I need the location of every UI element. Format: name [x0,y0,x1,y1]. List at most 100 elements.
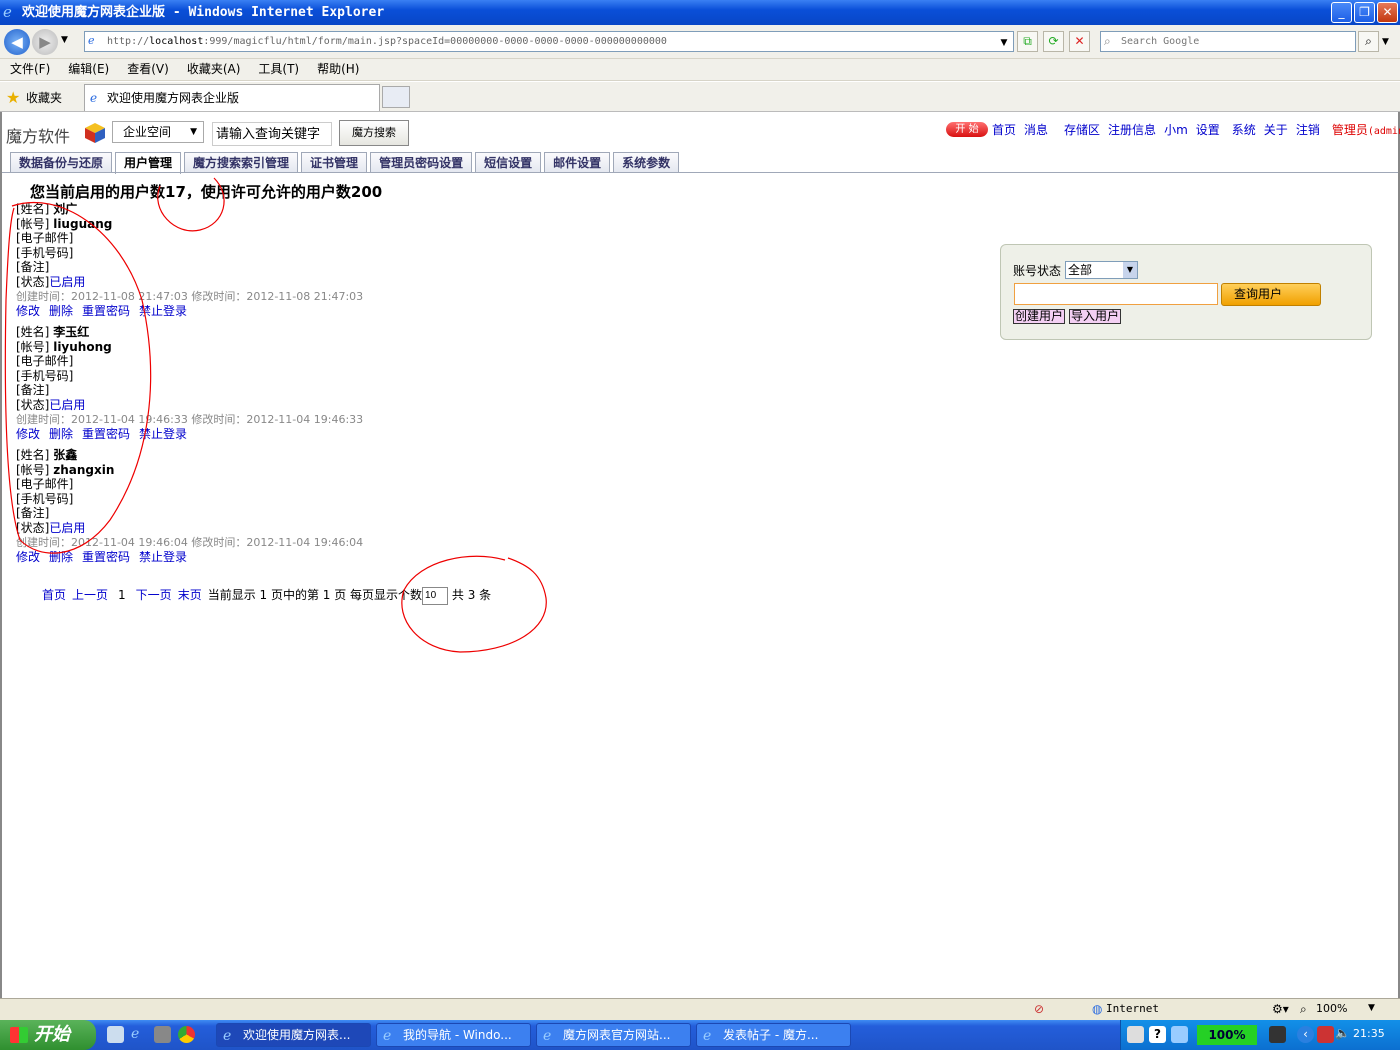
start-button[interactable]: 开始 [0,1020,96,1050]
delete-user-link[interactable]: 删除 [49,427,73,441]
input-method-icon[interactable] [1171,1026,1188,1043]
protected-mode-icon[interactable]: ⚙▾ [1272,1002,1289,1016]
zoom-level[interactable]: 100% [1316,1002,1347,1015]
minimize-button[interactable]: _ [1331,2,1352,23]
delete-user-link[interactable]: 删除 [49,304,73,318]
url-input[interactable]: http://localhost:999/magicflu/html/form/… [84,31,1014,52]
pagination: 首页上一页 1 下一页末页当前显示 1 页中的第 1 页 每页显示个数 共 3 条 [42,586,491,605]
new-tab-button[interactable] [382,86,410,108]
help-icon[interactable]: ? [1149,1026,1166,1043]
space-select[interactable]: 企业空间 ▼ [112,121,204,143]
menu-view[interactable]: 查看(V) [127,59,169,80]
address-toolbar: ◀ ▶ ▼ http://localhost:999/magicflu/html… [0,25,1400,59]
tab-certificates[interactable]: 证书管理 [301,152,368,173]
volume-icon[interactable]: 🔈 [1335,1026,1350,1040]
tab-user-management[interactable]: 用户管理 [115,152,182,174]
search-google-input[interactable]: Search Google [1100,31,1356,52]
page-icon: e [88,34,95,47]
start-badge[interactable]: 开 始 [946,122,988,137]
pager-next[interactable]: 下一页 [136,588,172,602]
reset-password-link[interactable]: 重置密码 [82,550,130,564]
keyword-search-input[interactable]: 请输入查询关键字 [212,122,332,146]
browser-tab[interactable]: e 欢迎使用魔方网表企业版 [84,84,380,111]
taskbar-window-post[interactable]: e 发表帖子 - 魔方... [696,1023,851,1047]
admin-label[interactable]: 管理员(admin) [1332,123,1400,137]
edit-user-link[interactable]: 修改 [16,427,40,441]
reset-password-link[interactable]: 重置密码 [82,304,130,318]
keyboard-icon[interactable] [1127,1026,1144,1043]
user-email-row: [电子邮件] [16,477,74,492]
ban-login-link[interactable]: 禁止登录 [139,550,187,564]
close-window-button[interactable]: ✕ [1377,2,1398,23]
refresh-icon[interactable]: ⟳ [1043,31,1064,52]
history-dropdown-icon[interactable]: ▼ [61,35,68,45]
nav-about[interactable]: 关于 [1264,121,1288,138]
menu-help[interactable]: 帮助(H) [317,59,359,80]
menu-favorites[interactable]: 收藏夹(A) [187,59,241,80]
pager-first[interactable]: 首页 [42,588,66,602]
nav-settings[interactable]: 设置 [1196,121,1220,138]
query-users-button[interactable]: 查询用户 [1221,283,1321,306]
magic-search-button[interactable]: 魔方搜索 [339,120,409,146]
nav-system[interactable]: 系统 [1232,121,1256,138]
ban-login-link[interactable]: 禁止登录 [139,304,187,318]
nav-home[interactable]: 首页 [992,121,1016,138]
nav-logout[interactable]: 注销 [1296,121,1320,138]
tray-zoom-indicator[interactable]: 100% [1197,1025,1257,1045]
menu-edit[interactable]: 编辑(E) [68,59,109,80]
ban-login-link[interactable]: 禁止登录 [139,427,187,441]
favorites-star-icon[interactable]: ★ [6,88,20,107]
stop-icon[interactable]: ✕ [1069,31,1090,52]
tab-backup-restore[interactable]: 数据备份与还原 [10,152,113,173]
tray-app-icon[interactable] [1317,1026,1334,1043]
zoom-magnifier-icon[interactable]: ⌕ [1300,1002,1307,1017]
show-desktop-icon[interactable] [107,1026,124,1043]
network-icon[interactable] [1269,1026,1286,1043]
menu-file[interactable]: 文件(F) [10,59,50,80]
account-status-select[interactable]: 全部 ▼ [1065,261,1138,279]
user-query-panel: 账号状态 全部 ▼ 查询用户 创建用户 导入用户 [1000,244,1372,340]
url-dropdown-icon[interactable]: ▼ [996,34,1012,55]
delete-user-link[interactable]: 删除 [49,550,73,564]
taskbar-window-official-site[interactable]: e 魔方网表官方网站... [536,1023,691,1047]
tab-admin-password[interactable]: 管理员密码设置 [370,152,473,173]
pager-last[interactable]: 末页 [178,588,202,602]
back-button[interactable]: ◀ [4,29,30,55]
tab-sms-settings[interactable]: 短信设置 [475,152,542,173]
nav-small-m[interactable]: 小m [1164,121,1188,138]
per-page-input[interactable] [422,586,449,605]
tab-search-index[interactable]: 魔方搜索索引管理 [184,152,299,173]
nav-storage[interactable]: 存储区 [1064,121,1100,138]
user-name-row: [姓名] 张鑫 [16,448,78,462]
nav-registration[interactable]: 注册信息 [1108,121,1156,138]
create-user-button[interactable]: 创建用户 [1013,309,1066,324]
forward-button[interactable]: ▶ [32,29,58,55]
favorites-button[interactable]: 收藏夹 [26,89,62,106]
quick-launch-tool-icon[interactable] [154,1026,171,1043]
globe-icon: ◍ [1092,1002,1103,1016]
search-options-icon[interactable]: ▼ [1382,37,1389,47]
menu-tools[interactable]: 工具(T) [258,59,299,80]
tray-expand-icon[interactable]: ‹ [1297,1026,1314,1043]
tab-mail-settings[interactable]: 邮件设置 [544,152,611,173]
quick-launch-chrome-icon[interactable] [178,1026,195,1043]
import-users-button[interactable]: 导入用户 [1069,309,1122,324]
quick-launch-ie-icon[interactable]: e [131,1026,148,1043]
tab-system-params[interactable]: 系统参数 [613,152,680,173]
user-query-input[interactable] [1014,283,1218,305]
ie-icon: e [223,1028,232,1044]
user-name-row: [姓名] 李玉红 [16,325,90,339]
pager-current-page[interactable]: 1 [118,588,126,602]
nav-messages[interactable]: 消息 [1024,121,1048,138]
taskbar-window-navigation[interactable]: e 我的导航 - Windo... [376,1023,531,1047]
taskbar-window-magicflu[interactable]: e 欢迎使用魔方网表... [216,1023,371,1047]
compatibility-icon[interactable]: ⧉ [1017,31,1038,52]
reset-password-link[interactable]: 重置密码 [82,427,130,441]
edit-user-link[interactable]: 修改 [16,550,40,564]
edit-user-link[interactable]: 修改 [16,304,40,318]
pager-prev[interactable]: 上一页 [72,588,108,602]
zoom-dropdown-icon[interactable]: ▼ [1368,1003,1375,1013]
ie-icon: e [703,1028,712,1044]
restore-button[interactable]: ❐ [1354,2,1375,23]
search-go-icon[interactable]: ⌕ [1358,31,1379,52]
